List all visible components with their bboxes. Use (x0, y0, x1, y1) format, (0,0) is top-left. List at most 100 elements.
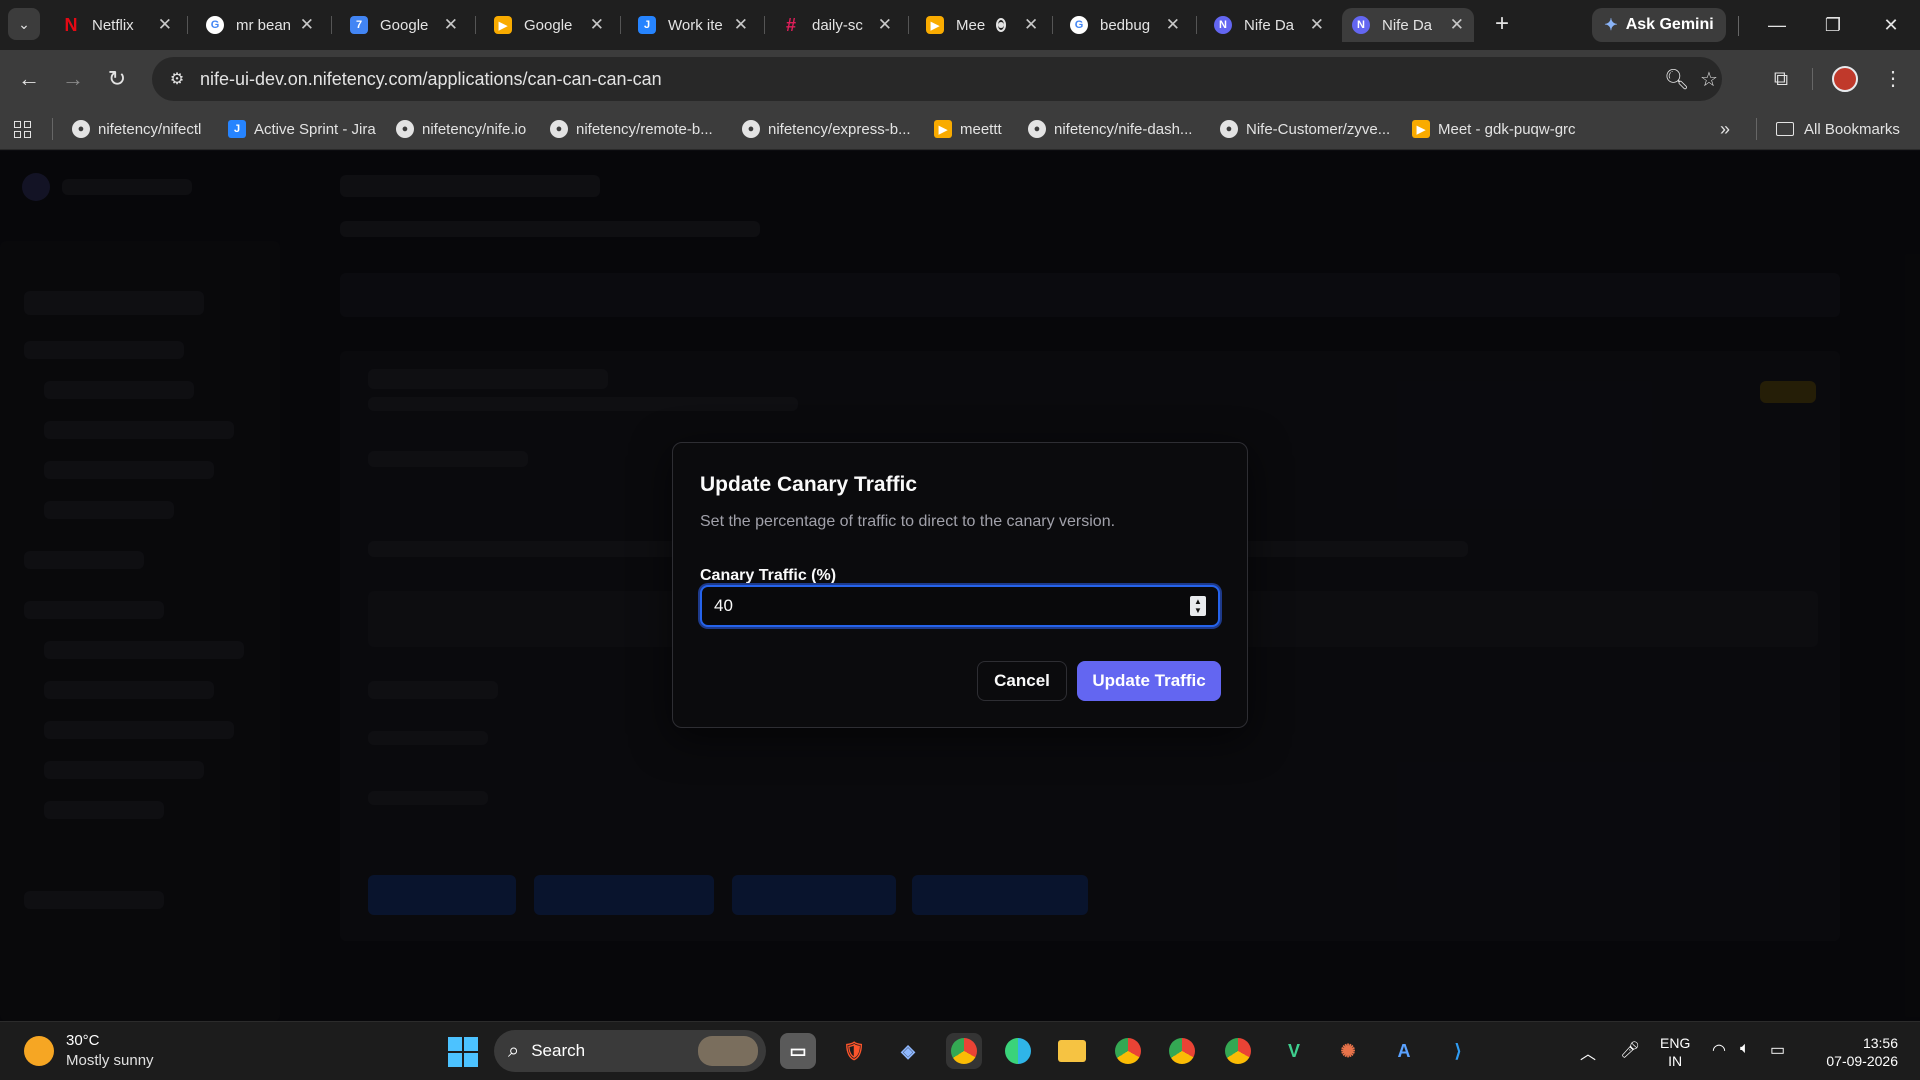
close-tab-icon[interactable]: ✕ (878, 15, 892, 35)
tab-separator (1196, 16, 1197, 34)
tab-meet-recording[interactable]: ▶ Mee ✕ (916, 8, 1046, 42)
gemini-sparkle-icon: ✦ (1604, 17, 1618, 34)
taskbar-search[interactable]: ⌕ Search (494, 1030, 766, 1072)
site-settings-icon[interactable]: ⚙ (164, 69, 190, 89)
battery-icon[interactable]: ▭ (1770, 1040, 1785, 1060)
all-bookmarks-label: All Bookmarks (1804, 120, 1900, 138)
microphone-icon[interactable]: 🎤︎ (1620, 1040, 1640, 1060)
number-stepper-icon[interactable]: ▲ ▼ (1190, 596, 1206, 616)
brave-icon[interactable]: 🛡︎ (836, 1033, 872, 1069)
netflix-icon: N (64, 14, 78, 35)
windows-start-icon[interactable] (448, 1037, 478, 1067)
bookmark-jira-sprint[interactable]: J Active Sprint - Jira (228, 118, 376, 140)
minimize-button[interactable]: — (1762, 10, 1792, 40)
canary-traffic-input[interactable] (702, 596, 1190, 616)
volume-icon[interactable]: 🔈︎ (1740, 1040, 1750, 1058)
url-text[interactable]: nife-ui-dev.on.nifetency.com/application… (200, 69, 662, 90)
close-tab-icon[interactable]: ✕ (444, 15, 458, 35)
windows-taskbar: 30°C Mostly sunny ⌕ Search ▭ 🛡︎ ◈ V ✺ A … (0, 1021, 1920, 1080)
profile-avatar[interactable] (1832, 66, 1858, 92)
vscode-icon[interactable]: ⟩ (1440, 1033, 1476, 1069)
tab-separator (331, 16, 332, 34)
tab-mr-bean[interactable]: G mr bean ✕ (196, 8, 324, 42)
update-traffic-button[interactable]: Update Traffic (1077, 661, 1221, 701)
more-bookmarks-icon[interactable]: » (1720, 118, 1730, 140)
bookmark-nife-dashboard[interactable]: ● nifetency/nife-dash... (1028, 118, 1192, 140)
chevron-up-icon[interactable]: ︿ (1580, 1040, 1596, 1064)
reload-button[interactable]: ↻ (100, 62, 134, 96)
bookmark-nifectl[interactable]: ● nifetency/nifectl (72, 118, 201, 140)
close-tab-icon[interactable]: ✕ (734, 15, 748, 35)
forward-button[interactable]: → (56, 62, 90, 96)
address-bar[interactable]: ⚙ nife-ui-dev.on.nifetency.com/applicati… (152, 57, 1722, 101)
canary-traffic-field[interactable]: ▲▼ (700, 585, 1220, 627)
close-tab-icon[interactable]: ✕ (158, 15, 172, 35)
github-icon: ● (396, 120, 414, 138)
weather-widget[interactable]: 30°C Mostly sunny (24, 1032, 154, 1069)
ask-gemini-button[interactable]: ✦ Ask Gemini (1592, 8, 1726, 42)
task-view-icon[interactable]: ▭ (780, 1033, 816, 1069)
tab-search-button[interactable]: ⌄ (8, 8, 40, 40)
bookmark-nife-customer[interactable]: ● Nife-Customer/zyve... (1220, 118, 1390, 140)
close-tab-icon[interactable]: ✕ (1024, 15, 1038, 35)
tab-title: Nife Da (1382, 16, 1433, 34)
google-icon: G (1070, 16, 1088, 34)
language-indicator[interactable]: ENG IN (1660, 1034, 1690, 1070)
tab-daily-scrum[interactable]: # daily-sc ✕ (772, 8, 902, 42)
bookmark-express-build[interactable]: ● nifetency/express-b... (742, 118, 911, 140)
tab-google-docs[interactable]: 7 Google ✕ (340, 8, 468, 42)
close-window-button[interactable]: ✕ (1876, 10, 1906, 40)
github-icon: ● (1220, 120, 1238, 138)
url-host: nife-ui-dev.on.nifetency.com (200, 68, 423, 89)
copilot-icon[interactable]: ◈ (890, 1033, 926, 1069)
chrome-icon[interactable] (946, 1033, 982, 1069)
bookmark-star-icon[interactable]: ☆ (1700, 67, 1718, 92)
tab-netflix[interactable]: N Netflix ✕ (52, 8, 182, 42)
extensions-icon[interactable]: ⧉ (1764, 62, 1798, 96)
close-tab-icon[interactable]: ✕ (300, 15, 314, 35)
claude-icon[interactable]: ✺ (1330, 1033, 1366, 1069)
bookmarks-bar: ● nifetency/nifectl J Active Sprint - Jira… (0, 108, 1920, 150)
restore-button[interactable]: ❐ (1818, 10, 1848, 40)
wifi-icon[interactable]: ◠ (1712, 1040, 1726, 1060)
bookmark-label: nifetency/nife.io (422, 120, 527, 138)
tab-google-meet[interactable]: ▶ Google ✕ (484, 8, 614, 42)
bookmark-nife-io[interactable]: ● nifetency/nife.io (396, 118, 526, 140)
app-launcher-icon[interactable]: A (1386, 1033, 1422, 1069)
tab-bedbug[interactable]: G bedbug ✕ (1060, 8, 1190, 42)
tab-nife-dashboard-active[interactable]: N Nife Da ✕ (1342, 8, 1474, 42)
file-explorer-icon[interactable] (1054, 1033, 1090, 1069)
tab-title: Mee (956, 16, 986, 34)
back-button[interactable]: ← (12, 62, 46, 96)
cancel-button[interactable]: Cancel (977, 661, 1067, 701)
zoom-icon[interactable]: 🔍︎ (1664, 67, 1689, 92)
all-bookmarks-button[interactable]: All Bookmarks (1776, 118, 1900, 140)
close-tab-icon[interactable]: ✕ (590, 15, 604, 35)
close-tab-icon[interactable]: ✕ (1166, 15, 1180, 35)
github-icon: ● (742, 120, 760, 138)
canary-traffic-label: Canary Traffic (%) (700, 567, 837, 584)
sun-icon (24, 1035, 54, 1066)
bookmark-meettt[interactable]: ▶ meettt (934, 118, 1002, 140)
system-clock[interactable]: 13:56 07-09-2026 (1818, 1034, 1898, 1070)
close-tab-icon[interactable]: ✕ (1310, 15, 1324, 35)
edge-icon[interactable] (1000, 1033, 1036, 1069)
clock-date: 07-09-2026 (1826, 1053, 1898, 1069)
tab-separator (187, 16, 188, 34)
apps-grid-icon[interactable] (14, 118, 31, 140)
chrome-icon[interactable] (1110, 1033, 1146, 1069)
tab-separator (908, 16, 909, 34)
github-icon: ● (550, 120, 568, 138)
tab-nife-dashboard[interactable]: N Nife Da ✕ (1204, 8, 1334, 42)
bookmark-meet-gdk[interactable]: ▶ Meet - gdk-puqw-grc (1412, 118, 1576, 140)
close-tab-icon[interactable]: ✕ (1450, 15, 1464, 35)
bookmark-label: Active Sprint - Jira (254, 120, 376, 138)
chrome-icon[interactable] (1164, 1033, 1200, 1069)
chrome-icon[interactable] (1220, 1033, 1256, 1069)
search-highlight-image (698, 1036, 758, 1066)
tab-work-items[interactable]: J Work ite ✕ (628, 8, 758, 42)
more-menu-icon[interactable]: ⋮ (1876, 62, 1910, 96)
bookmark-remote-build[interactable]: ● nifetency/remote-b... (550, 118, 713, 140)
new-tab-button[interactable]: + (1488, 10, 1516, 38)
vs-code-insiders-icon[interactable]: V (1276, 1033, 1312, 1069)
